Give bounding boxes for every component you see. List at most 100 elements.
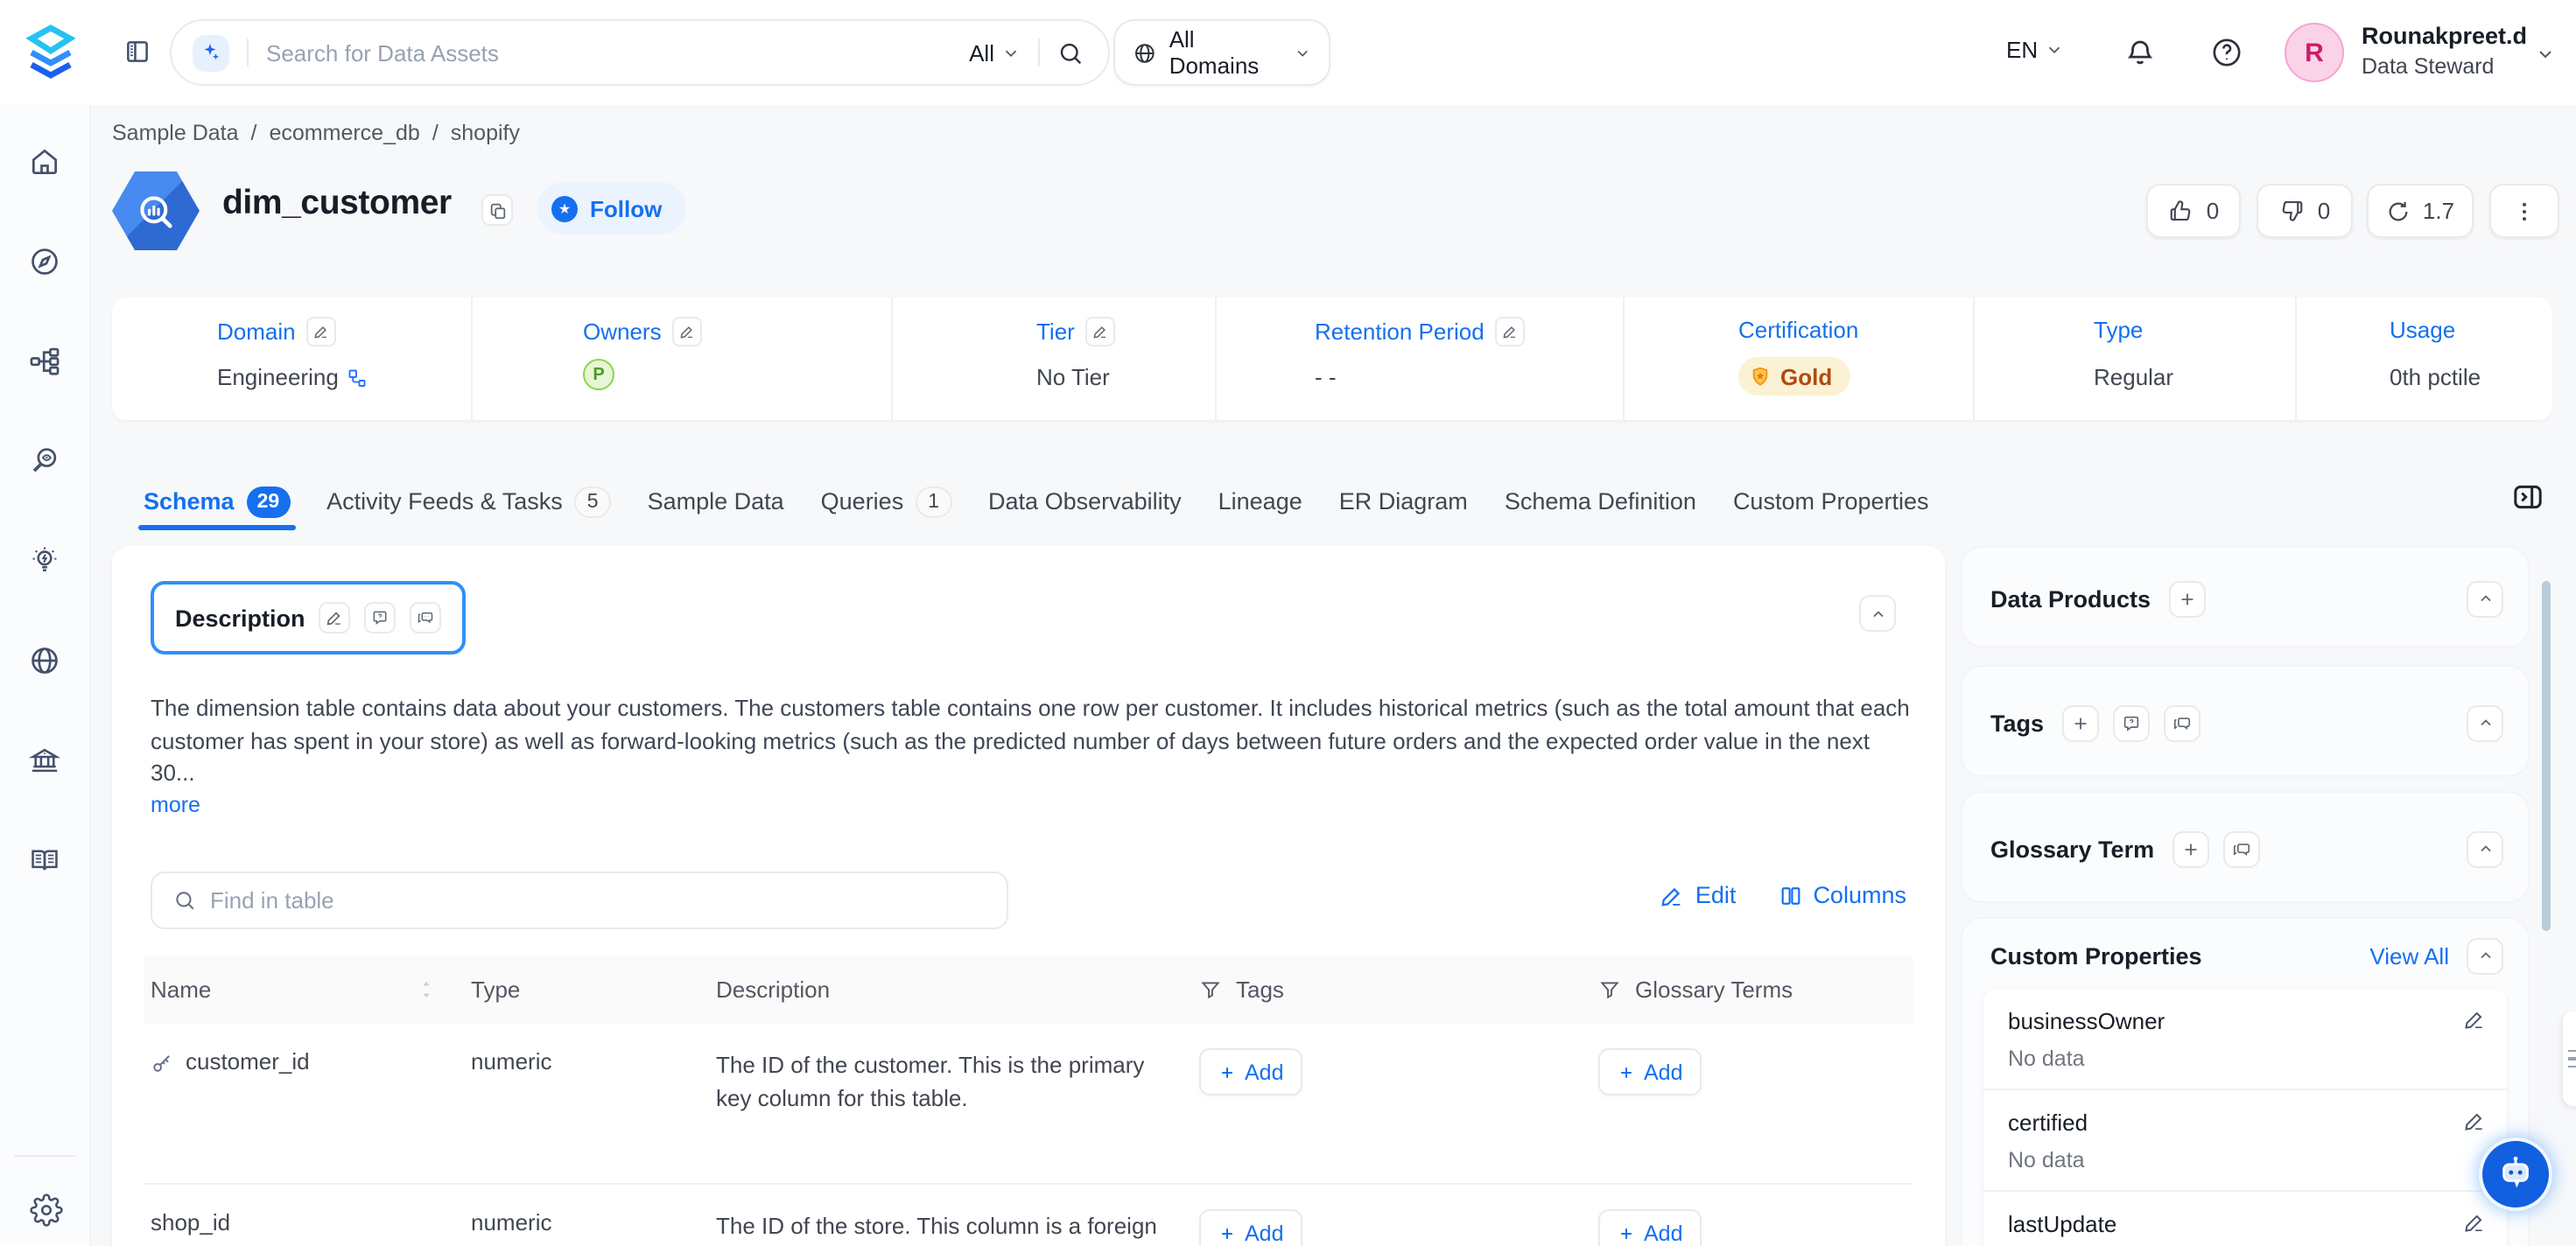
scrollbar-thumb[interactable] <box>2542 581 2551 931</box>
edit-property-button[interactable] <box>2463 1110 2486 1132</box>
collapse-tags-button[interactable] <box>2467 704 2503 741</box>
edit-pencil-icon <box>2463 1211 2486 1234</box>
tab-sample-data[interactable]: Sample Data <box>648 472 784 530</box>
tab-data-observability[interactable]: Data Observability <box>988 472 1182 530</box>
collapsed-side-widget[interactable] <box>2563 1012 2576 1106</box>
more-actions-button[interactable] <box>2489 184 2559 238</box>
description-header: Description <box>151 581 467 654</box>
description-more-link[interactable]: more <box>151 793 200 817</box>
edit-pencil-icon <box>1502 324 1518 340</box>
find-in-table-input[interactable] <box>210 887 986 914</box>
collapse-description-button[interactable] <box>1859 595 1896 632</box>
collapse-glossary-button[interactable] <box>2467 830 2503 867</box>
chevron-down-icon[interactable] <box>2535 44 2556 65</box>
collapse-custom-properties-button[interactable] <box>2467 937 2503 974</box>
upvote-button[interactable]: 0 <box>2146 184 2241 238</box>
filter-icon[interactable] <box>1598 978 1621 1001</box>
add-glossary-term-button[interactable] <box>2172 830 2208 867</box>
add-tag-button[interactable] <box>2061 704 2098 741</box>
right-panel-toggle-button[interactable] <box>2510 480 2545 514</box>
ai-assistant-button[interactable] <box>2479 1138 2552 1211</box>
add-tag-button[interactable]: Add <box>1199 1048 1303 1096</box>
tab-activity-feeds[interactable]: Activity Feeds & Tasks5 <box>326 472 610 530</box>
ai-sparkle-icon[interactable] <box>193 34 229 71</box>
glossary-suggestions-button[interactable] <box>2222 830 2259 867</box>
sort-icon[interactable] <box>417 978 436 1001</box>
help-button[interactable] <box>2209 35 2244 70</box>
search-submit-button[interactable] <box>1057 39 1084 66</box>
nav-settings[interactable] <box>30 1194 63 1227</box>
collapse-data-products-button[interactable] <box>2467 580 2503 617</box>
breadcrumb-service[interactable]: Sample Data <box>112 121 239 145</box>
tab-queries[interactable]: Queries1 <box>821 472 951 530</box>
column-name[interactable]: customer_id <box>186 1048 310 1074</box>
edit-property-button[interactable] <box>2463 1008 2486 1031</box>
description-suggestions-button[interactable] <box>411 602 442 634</box>
nav-insights[interactable] <box>28 544 61 578</box>
lightbulb-icon <box>28 544 61 578</box>
divider <box>14 1155 75 1157</box>
tab-schema-definition[interactable]: Schema Definition <box>1505 472 1696 530</box>
tab-er-diagram[interactable]: ER Diagram <box>1339 472 1468 530</box>
compass-icon <box>28 245 61 278</box>
column-name[interactable]: shop_id <box>151 1209 230 1236</box>
add-glossary-term-button[interactable]: Add <box>1598 1048 1702 1096</box>
edit-table-button[interactable]: Edit <box>1660 882 1737 908</box>
domain-value[interactable]: Engineering <box>217 364 339 390</box>
copy-name-button[interactable] <box>481 194 513 226</box>
property-name: lastUpdate <box>2008 1211 2482 1237</box>
meta-tier: Tier No Tier <box>893 298 1217 420</box>
kebab-menu-icon <box>2512 199 2537 223</box>
nav-govern[interactable] <box>28 744 61 777</box>
manage-columns-button[interactable]: Columns <box>1778 882 1906 908</box>
nav-lineage[interactable] <box>28 345 61 378</box>
nav-domains[interactable] <box>28 644 61 677</box>
tab-label: Data Observability <box>988 488 1182 514</box>
nav-glossary[interactable] <box>28 844 61 877</box>
robot-chat-icon <box>2493 1152 2538 1197</box>
user-menu[interactable]: Rounakpreet.d Data Steward <box>2362 21 2527 80</box>
property-value: No data <box>2008 1046 2482 1071</box>
follow-button[interactable]: ★ Follow <box>537 182 686 234</box>
col-header-name: Name <box>151 976 211 1003</box>
stacked-comments-icon <box>418 609 435 626</box>
edit-tier-button[interactable] <box>1085 317 1115 346</box>
breadcrumb-database[interactable]: ecommerce_db <box>270 121 420 145</box>
add-data-product-button[interactable] <box>2168 580 2205 617</box>
user-avatar[interactable]: R <box>2285 23 2344 82</box>
tab-custom-properties[interactable]: Custom Properties <box>1733 472 1929 530</box>
domains-filter-dropdown[interactable]: All Domains <box>1113 19 1330 86</box>
breadcrumb-schema[interactable]: shopify <box>451 121 520 145</box>
version-button[interactable]: 1.7 <box>2367 184 2474 238</box>
tab-schema[interactable]: Schema29 <box>144 472 290 530</box>
view-all-link[interactable]: View All <box>2369 942 2449 969</box>
edit-pencil-icon <box>2463 1110 2486 1132</box>
notifications-button[interactable] <box>2122 33 2158 70</box>
tags-suggestions-button[interactable] <box>2163 704 2200 741</box>
edit-domain-button[interactable] <box>306 317 336 346</box>
add-glossary-term-button[interactable]: Add <box>1598 1209 1702 1246</box>
add-tag-button[interactable]: Add <box>1199 1209 1303 1246</box>
edit-pencil-icon <box>326 609 344 626</box>
column-description: The ID of the store. This column is a fo… <box>709 1209 1192 1246</box>
nav-home[interactable] <box>28 145 61 178</box>
nav-observability[interactable] <box>28 444 61 478</box>
edit-owners-button[interactable] <box>672 317 702 346</box>
edit-retention-button[interactable] <box>1495 317 1525 346</box>
app-logo[interactable] <box>21 23 81 82</box>
tab-lineage[interactable]: Lineage <box>1218 472 1302 530</box>
search-input[interactable] <box>266 39 969 66</box>
sidebar-toggle-button[interactable] <box>123 37 152 66</box>
custom-properties-card: Custom Properties View All businessOwner… <box>1961 917 2530 1246</box>
search-scope-dropdown[interactable]: All <box>969 39 1021 66</box>
filter-icon[interactable] <box>1199 978 1222 1001</box>
avatar-initial: R <box>2305 38 2324 67</box>
downvote-button[interactable]: 0 <box>2257 184 2353 238</box>
owner-avatar[interactable]: P <box>583 359 614 390</box>
request-description-button[interactable] <box>365 602 397 634</box>
edit-description-button[interactable] <box>319 602 351 634</box>
nav-explore[interactable] <box>28 245 61 278</box>
edit-property-button[interactable] <box>2463 1211 2486 1234</box>
request-tags-button[interactable] <box>2112 704 2149 741</box>
language-selector[interactable]: EN <box>2006 37 2064 63</box>
